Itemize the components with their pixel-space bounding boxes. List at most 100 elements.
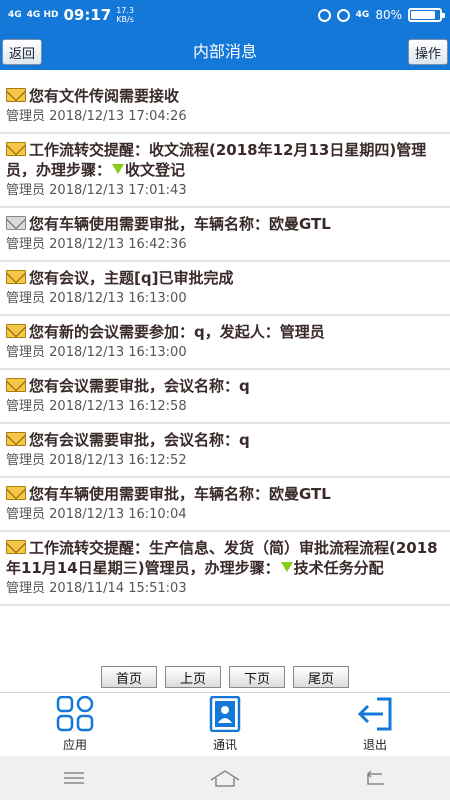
mail-unread-icon bbox=[6, 270, 26, 284]
message-item[interactable]: 工作流转交提醒：收文流程(2018年12月13日星期四)管理员，办理步骤： 收文登… bbox=[0, 134, 450, 208]
contacts-book-icon bbox=[209, 696, 241, 732]
message-title: 您有新的会议需要参加：q，发起人：管理员 bbox=[6, 322, 442, 342]
message-title: 工作流转交提醒：生产信息、发货（简）审批流程流程(2018年11月14日星期三)… bbox=[6, 538, 442, 578]
message-item[interactable]: 您有会议需要审批，会议名称：q 管理员 2018/12/13 16:12:58 bbox=[0, 370, 450, 424]
dnd-icon bbox=[336, 8, 350, 22]
network-speed-value: 17.3 bbox=[116, 6, 135, 15]
message-sender: 管理员 bbox=[6, 237, 46, 252]
message-title-text: 您有车辆使用需要审批，车辆名称：欧曼GTL bbox=[29, 485, 331, 503]
page-title: 内部消息 bbox=[192, 42, 257, 61]
home-icon[interactable] bbox=[209, 768, 241, 788]
message-title: 您有会议需要审批，会议名称：q bbox=[6, 430, 442, 450]
message-time: 2018/12/13 16:10:04 bbox=[49, 507, 187, 522]
message-meta: 管理员 2018/12/13 17:04:26 bbox=[6, 106, 442, 132]
nav-label-contacts: 通讯 bbox=[212, 738, 237, 752]
pager: 首页 上页 下页 尾页 bbox=[0, 666, 450, 690]
message-step-name: 技术任务分配 bbox=[293, 559, 384, 577]
message-sender: 管理员 bbox=[6, 507, 46, 522]
last-page-button[interactable]: 尾页 bbox=[293, 666, 349, 688]
battery-percent: 80% bbox=[375, 8, 402, 22]
message-title-text: 您有会议需要审批，会议名称：q bbox=[29, 377, 250, 395]
first-page-button[interactable]: 首页 bbox=[101, 666, 157, 688]
step-arrow-icon bbox=[112, 164, 125, 174]
message-meta: 管理员 2018/12/13 16:13:00 bbox=[6, 342, 442, 368]
message-item[interactable]: 您有会议需要审批，会议名称：q 管理员 2018/12/13 16:12:52 bbox=[0, 424, 450, 478]
message-sender: 管理员 bbox=[6, 399, 46, 414]
menu-icon[interactable] bbox=[62, 769, 86, 787]
message-meta: 管理员 2018/12/13 16:12:58 bbox=[6, 396, 442, 422]
status-bar: 4G 4G HD 09:17 17.3 KB/s 4G 80% bbox=[0, 0, 450, 30]
message-title: 您有车辆使用需要审批，车辆名称：欧曼GTL bbox=[6, 484, 442, 504]
message-sender: 管理员 bbox=[6, 453, 46, 468]
action-button[interactable]: 操作 bbox=[407, 39, 448, 65]
message-list[interactable]: 您有文件传阅需要接收 管理员 2018/12/13 17:04:26 工作流转交… bbox=[0, 80, 450, 692]
signal-icon: 4G bbox=[8, 9, 22, 20]
message-time: 2018/12/13 16:42:36 bbox=[49, 237, 187, 252]
bottom-nav: 应用 通讯 退出 bbox=[0, 692, 450, 756]
message-item[interactable]: 您有新的会议需要参加：q，发起人：管理员 管理员 2018/12/13 16:1… bbox=[0, 316, 450, 370]
mail-unread-icon bbox=[6, 486, 26, 500]
message-sender: 管理员 bbox=[6, 581, 46, 596]
message-title: 工作流转交提醒：收文流程(2018年12月13日星期四)管理员，办理步骤： 收文登… bbox=[6, 140, 442, 180]
message-item[interactable]: 工作流转交提醒：生产信息、发货（简）审批流程流程(2018年11月14日星期三)… bbox=[0, 532, 450, 606]
message-title-text: 您有会议，主题[q]已审批完成 bbox=[29, 269, 234, 287]
header-bar: 返回 内部消息 操作 bbox=[0, 30, 450, 70]
mail-unread-icon bbox=[6, 142, 26, 156]
battery-icon bbox=[408, 8, 445, 22]
nav-item-apps[interactable]: 应用 bbox=[0, 693, 150, 756]
mail-unread-icon bbox=[6, 540, 26, 554]
exit-icon bbox=[357, 697, 392, 731]
network-speed: 17.3 KB/s bbox=[116, 6, 134, 24]
network-speed-unit: KB/s bbox=[116, 15, 134, 24]
nav-label-apps: 应用 bbox=[62, 738, 87, 752]
message-time: 2018/12/13 16:13:00 bbox=[49, 345, 187, 360]
mail-read-icon bbox=[6, 216, 26, 230]
battery-fill bbox=[411, 11, 435, 19]
back-nav-icon[interactable] bbox=[364, 769, 388, 787]
message-title: 您有文件传阅需要接收 bbox=[6, 86, 442, 106]
alarm-icon bbox=[317, 8, 331, 22]
mail-unread-icon bbox=[6, 324, 26, 338]
message-time: 2018/12/13 16:12:58 bbox=[49, 399, 187, 414]
message-sender: 管理员 bbox=[6, 345, 46, 360]
system-nav-bar bbox=[0, 756, 450, 800]
message-title-text: 您有新的会议需要参加：q，发起人：管理员 bbox=[29, 323, 325, 341]
message-item[interactable]: 您有车辆使用需要审批，车辆名称：欧曼GTL 管理员 2018/12/13 16:… bbox=[0, 208, 450, 262]
step-arrow-icon bbox=[280, 562, 293, 572]
message-title: 您有会议，主题[q]已审批完成 bbox=[6, 268, 442, 288]
message-title-text: 您有会议需要审批，会议名称：q bbox=[29, 431, 250, 449]
message-time: 2018/12/13 16:13:00 bbox=[49, 291, 187, 306]
message-title-text: 您有文件传阅需要接收 bbox=[29, 87, 180, 105]
mail-unread-icon bbox=[6, 88, 26, 102]
message-step-name: 收文登记 bbox=[125, 161, 186, 179]
message-time: 2018/11/14 15:51:03 bbox=[49, 581, 187, 596]
message-meta: 管理员 2018/11/14 15:51:03 bbox=[6, 578, 442, 604]
nav-item-exit[interactable]: 退出 bbox=[300, 693, 450, 756]
message-meta: 管理员 2018/12/13 16:13:00 bbox=[6, 288, 442, 314]
message-time: 2018/12/13 17:04:26 bbox=[49, 109, 187, 124]
status-right: 4G 80% bbox=[317, 8, 445, 22]
message-meta: 管理员 2018/12/13 16:12:52 bbox=[6, 450, 442, 476]
next-page-button[interactable]: 下页 bbox=[229, 666, 285, 688]
mail-unread-icon bbox=[6, 432, 26, 446]
apps-grid-icon bbox=[56, 696, 94, 732]
status-left: 4G 4G HD 09:17 17.3 KB/s bbox=[8, 6, 134, 24]
message-sender: 管理员 bbox=[6, 109, 46, 124]
nav-label-exit: 退出 bbox=[362, 738, 387, 752]
nav-item-contacts[interactable]: 通讯 bbox=[150, 693, 300, 756]
message-item[interactable]: 您有文件传阅需要接收 管理员 2018/12/13 17:04:26 bbox=[0, 80, 450, 134]
mail-unread-icon bbox=[6, 378, 26, 392]
prev-page-button[interactable]: 上页 bbox=[165, 666, 221, 688]
message-title-text: 您有车辆使用需要审批，车辆名称：欧曼GTL bbox=[29, 215, 331, 233]
message-sender: 管理员 bbox=[6, 291, 46, 306]
message-title: 您有会议需要审批，会议名称：q bbox=[6, 376, 442, 396]
status-time: 09:17 bbox=[63, 6, 112, 24]
message-meta: 管理员 2018/12/13 16:10:04 bbox=[6, 504, 442, 530]
back-button[interactable]: 返回 bbox=[2, 39, 43, 65]
network-type-icon: 4G bbox=[355, 9, 370, 20]
message-sender: 管理员 bbox=[6, 183, 46, 198]
message-item[interactable]: 您有会议，主题[q]已审批完成 管理员 2018/12/13 16:13:00 bbox=[0, 262, 450, 316]
signal-hd-icon: 4G HD bbox=[26, 9, 59, 20]
message-title: 您有车辆使用需要审批，车辆名称：欧曼GTL bbox=[6, 214, 442, 234]
message-item[interactable]: 您有车辆使用需要审批，车辆名称：欧曼GTL 管理员 2018/12/13 16:… bbox=[0, 478, 450, 532]
